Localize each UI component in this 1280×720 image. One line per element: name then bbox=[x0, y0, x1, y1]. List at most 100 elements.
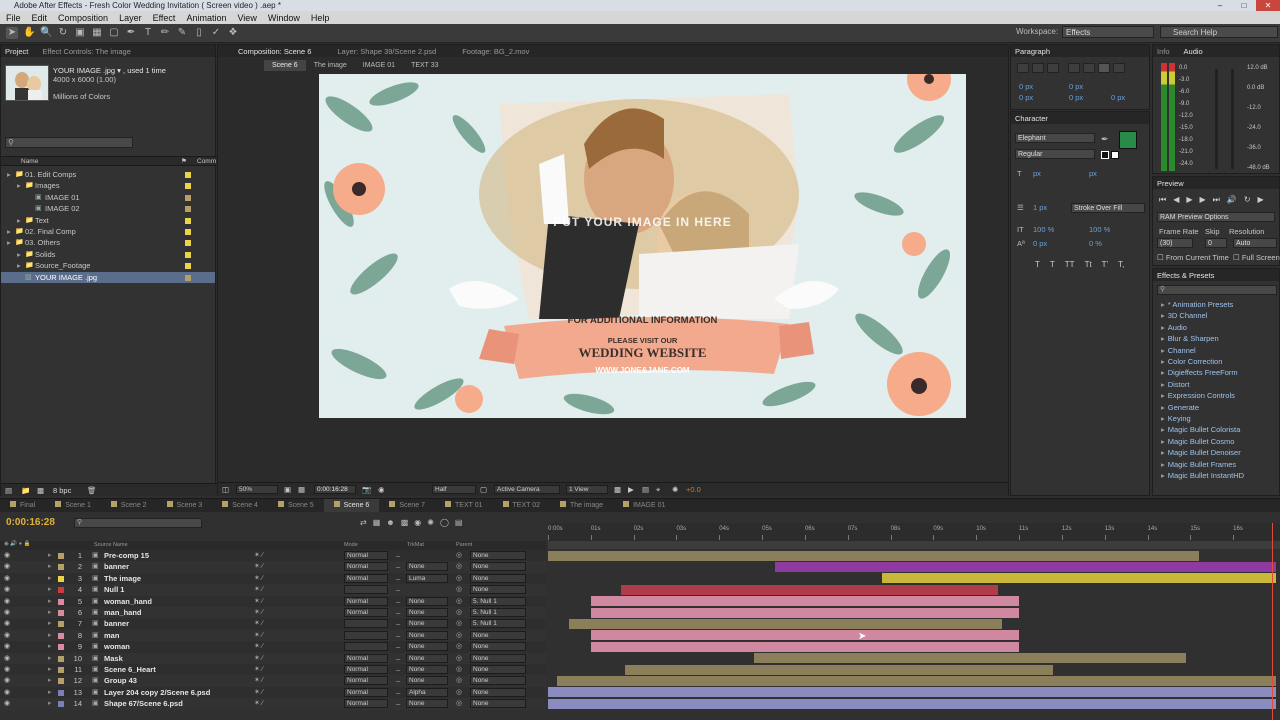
snapshot-icon[interactable]: 📷 bbox=[362, 484, 371, 495]
effects-category[interactable]: ▸ Digieffects FreeForm bbox=[1161, 367, 1238, 378]
preserve-transparency-icon[interactable]: – bbox=[396, 550, 400, 561]
timeline-tab[interactable]: Final bbox=[0, 499, 45, 512]
project-item[interactable]: ▣ IMAGE 02 bbox=[1, 203, 215, 214]
viewer-tab-2[interactable]: Footage: BG_2.mov bbox=[462, 47, 529, 56]
layer-label-swatch[interactable] bbox=[58, 553, 64, 559]
menu-edit[interactable]: Edit bbox=[32, 13, 48, 23]
layer-name[interactable]: banner bbox=[104, 561, 129, 572]
parent-header[interactable]: Parent bbox=[456, 542, 472, 548]
layer-name[interactable]: woman bbox=[104, 641, 130, 652]
menu-help[interactable]: Help bbox=[311, 13, 330, 23]
leading-field[interactable]: px bbox=[1089, 168, 1097, 179]
expand-arrow-icon[interactable]: ▸ bbox=[7, 169, 11, 180]
prev-frame-icon[interactable]: ◀ bbox=[1173, 195, 1179, 205]
full-screen-checkbox[interactable]: ☐ Full Screen bbox=[1233, 252, 1280, 263]
menu-view[interactable]: View bbox=[237, 13, 256, 23]
white-swatch[interactable] bbox=[1111, 151, 1119, 159]
viewer-timecode[interactable]: 0:00:16:28 bbox=[314, 485, 356, 494]
workspace-select[interactable]: Effects bbox=[1062, 26, 1154, 38]
project-item[interactable]: ▸ 📁 02. Final Comp bbox=[1, 226, 215, 237]
layer-name[interactable]: Group 43 bbox=[104, 675, 137, 686]
minimize-button[interactable]: – bbox=[1208, 0, 1232, 11]
expand-arrow-icon[interactable]: ▸ bbox=[48, 550, 52, 561]
expand-arrow-icon[interactable]: ▸ bbox=[48, 664, 52, 675]
type-tool-icon[interactable]: T bbox=[142, 27, 154, 39]
align-center-icon[interactable] bbox=[1032, 63, 1044, 73]
layer-label-swatch[interactable] bbox=[58, 644, 64, 651]
layer-parent-select[interactable]: None bbox=[470, 687, 526, 697]
layer-row[interactable]: ◉ ▸ 13 ▣ Layer 204 copy 2/Scene 6.psd ✶ ∕ Norm… bbox=[0, 686, 546, 699]
pick-whip-icon[interactable]: ◎ bbox=[456, 698, 462, 709]
expand-arrow-icon[interactable]: ▸ bbox=[48, 687, 52, 698]
clone-tool-icon[interactable]: ✎ bbox=[176, 27, 188, 39]
layer-switches-icon[interactable]: ✶ ∕ bbox=[254, 664, 263, 675]
expand-arrow-icon[interactable]: ▸ bbox=[48, 584, 52, 595]
menu-effect[interactable]: Effect bbox=[153, 13, 176, 23]
label-color-swatch[interactable] bbox=[185, 183, 191, 190]
layer-row[interactable]: ◉ ▸ 1 ▣ Pre-comp 15 ✶ ∕ Normal – ◎ None bbox=[0, 550, 546, 562]
hand-tool-icon[interactable]: ✋ bbox=[23, 27, 35, 39]
preview-resolution-select[interactable]: Auto bbox=[1233, 238, 1277, 248]
effects-category[interactable]: ▸ Channel bbox=[1161, 345, 1196, 356]
pick-whip-icon[interactable]: ◎ bbox=[456, 687, 462, 698]
motion-blur-icon[interactable]: ◉ bbox=[414, 518, 421, 527]
text-style-button[interactable]: Tt bbox=[1085, 260, 1092, 269]
col-name-header[interactable]: Name bbox=[21, 156, 38, 167]
timeline-icon[interactable]: ▤ bbox=[642, 484, 649, 495]
layer-label-swatch[interactable] bbox=[58, 701, 64, 708]
layer-row[interactable]: ◉ ▸ 5 ▣ woman_hand ✶ ∕ Normal – None ◎ 5. Null 1 bbox=[0, 595, 546, 607]
layer-row[interactable]: ◉ ▸ 14 ▣ Shape 67/Scene 6.psd ✶ ∕ Normal – None ◎… bbox=[0, 698, 546, 710]
font-style-select[interactable]: Regular bbox=[1015, 149, 1095, 159]
puppet-tool-icon[interactable]: ❖ bbox=[227, 27, 239, 39]
layer-duration-bar[interactable] bbox=[548, 698, 1276, 709]
vertical-scale-field[interactable]: 100 % bbox=[1033, 224, 1054, 235]
timeline-tab[interactable]: The image bbox=[550, 499, 613, 512]
pan-behind-tool-icon[interactable]: ▦ bbox=[91, 27, 103, 39]
layer-mode-select[interactable]: Normal bbox=[344, 653, 388, 663]
layer-switches-icon[interactable]: ✶ ∕ bbox=[254, 675, 263, 686]
visibility-eye-icon[interactable]: ◉ bbox=[4, 550, 10, 561]
layer-switches-icon[interactable]: ✶ ∕ bbox=[254, 687, 263, 698]
layer-trkmat-select[interactable]: None bbox=[406, 642, 448, 652]
preserve-transparency-icon[interactable]: – bbox=[396, 618, 400, 629]
effects-category[interactable]: ▸ Magic Bullet InstantHD bbox=[1161, 470, 1244, 481]
label-col-icon[interactable]: ⚑ bbox=[181, 156, 187, 167]
layer-name[interactable]: man bbox=[104, 630, 119, 641]
layer-mode-select[interactable]: Normal bbox=[344, 665, 388, 674]
layer-name[interactable]: woman_hand bbox=[104, 596, 152, 607]
ram-preview-icon[interactable]: ▶ bbox=[1258, 195, 1264, 205]
timeline-timecode[interactable]: 0:00:16:28 bbox=[6, 517, 55, 528]
effects-category[interactable]: ▸ Magic Bullet Cosmo bbox=[1161, 436, 1234, 447]
stroke-width-field[interactable]: 1 px bbox=[1033, 202, 1047, 213]
shy-layers-icon[interactable]: ☻ bbox=[386, 518, 394, 527]
effects-category[interactable]: ▸ Keying bbox=[1161, 413, 1191, 424]
layer-switches-icon[interactable]: ✶ ∕ bbox=[254, 584, 263, 595]
layer-duration-bar[interactable] bbox=[590, 607, 1020, 618]
visibility-eye-icon[interactable]: ◉ bbox=[4, 584, 10, 595]
project-tab-0[interactable]: Project bbox=[5, 47, 28, 56]
font-size-field[interactable]: px bbox=[1033, 168, 1041, 179]
text-style-button[interactable]: T' bbox=[1102, 260, 1108, 269]
last-frame-icon[interactable]: ⏭ bbox=[1213, 195, 1220, 205]
layer-label-swatch[interactable] bbox=[58, 655, 64, 662]
expand-arrow-icon[interactable]: ▸ bbox=[17, 260, 21, 271]
text-style-button[interactable]: TT bbox=[1065, 260, 1075, 269]
layer-trkmat-select[interactable]: None bbox=[406, 653, 448, 663]
layer-name[interactable]: The image bbox=[104, 573, 141, 584]
layer-mode-select[interactable]: Normal bbox=[344, 608, 388, 617]
visibility-eye-icon[interactable]: ◉ bbox=[4, 596, 10, 607]
layer-duration-bar[interactable] bbox=[590, 596, 1020, 607]
layer-parent-select[interactable]: None bbox=[470, 573, 526, 583]
layer-parent-select[interactable]: None bbox=[470, 665, 526, 674]
effects-category[interactable]: ▸ Audio bbox=[1161, 322, 1187, 333]
pick-whip-icon[interactable]: ◎ bbox=[456, 618, 462, 629]
safe-margins-icon[interactable]: ▣ bbox=[284, 484, 291, 495]
audio-tab-0[interactable]: Info bbox=[1157, 47, 1170, 56]
mode-header[interactable]: Mode bbox=[344, 542, 358, 548]
menu-composition[interactable]: Composition bbox=[58, 13, 108, 23]
effects-search-input[interactable]: ⚲ bbox=[1157, 285, 1277, 295]
expand-arrow-icon[interactable]: ▸ bbox=[48, 618, 52, 629]
timeline-tab[interactable]: Scene 6 bbox=[323, 499, 380, 512]
layer-trkmat-select[interactable]: None bbox=[406, 665, 448, 674]
pick-whip-icon[interactable]: ◎ bbox=[456, 550, 462, 561]
